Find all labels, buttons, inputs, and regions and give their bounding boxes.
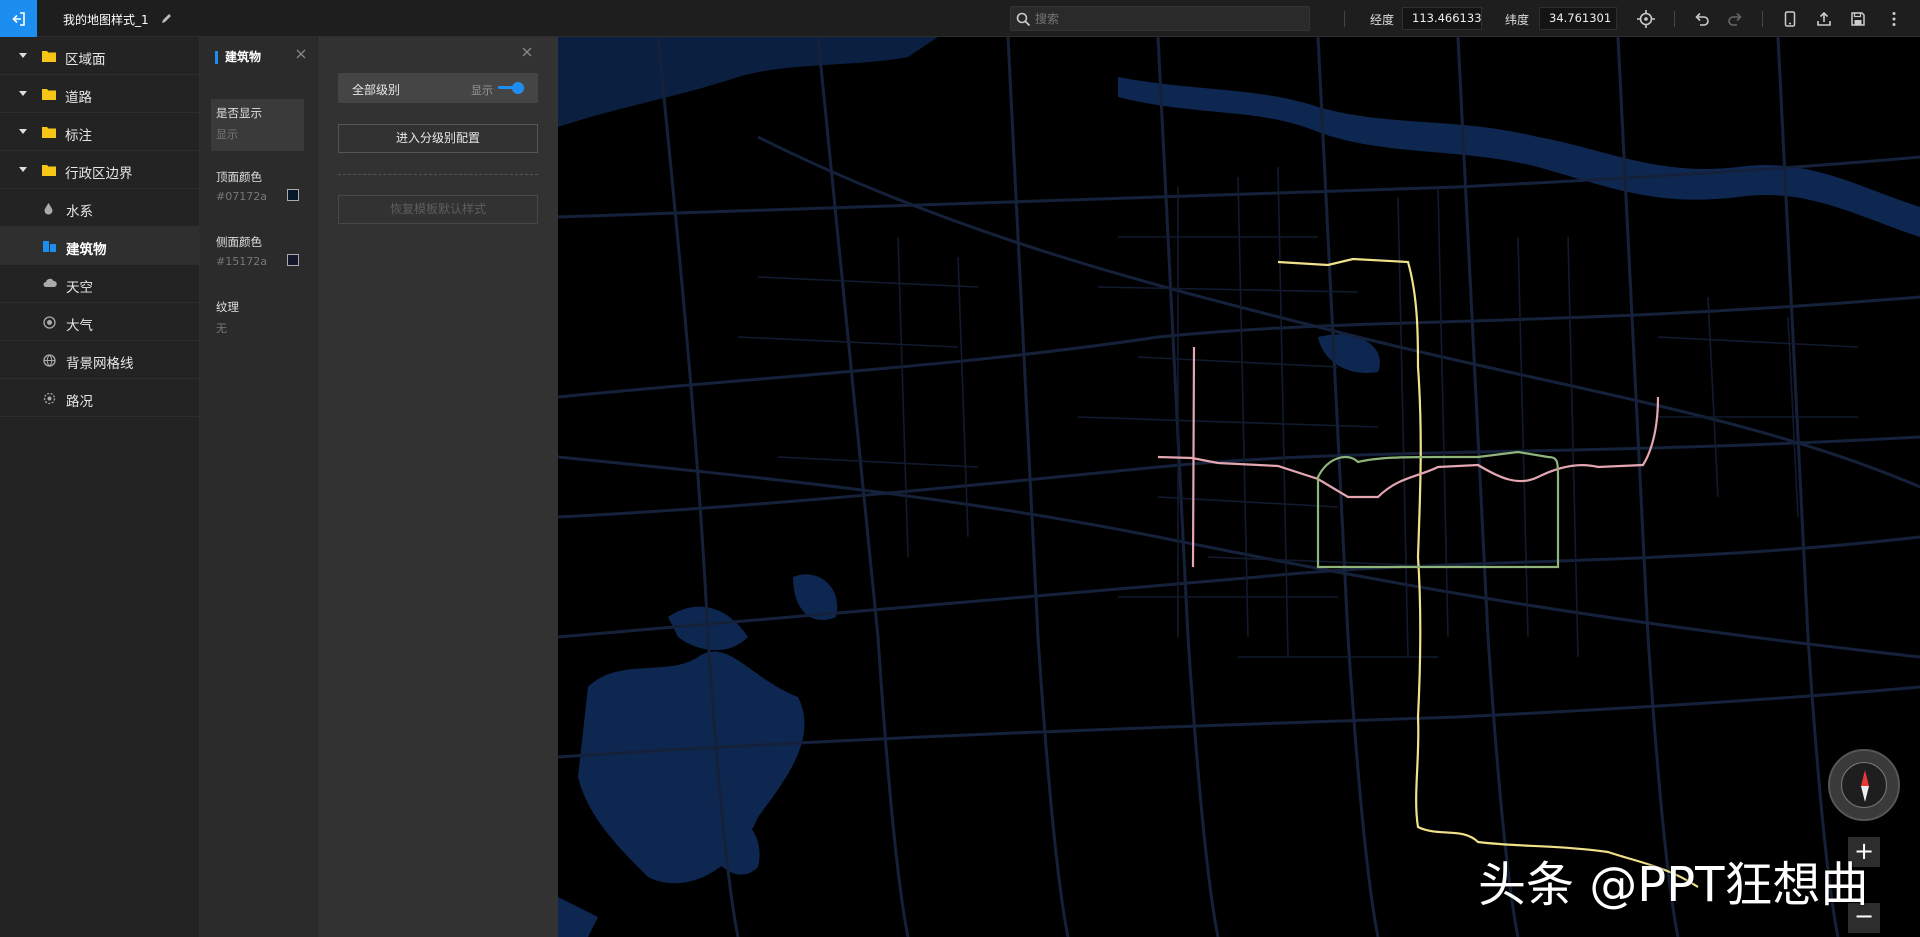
water-drop-icon [44,203,53,215]
color-swatch[interactable] [287,254,299,266]
style-title: 我的地图样式_1 [63,13,149,27]
longitude-label: 经度 [1370,13,1395,27]
layer-tree: 区域面 道路 标注 行政区边界 水系 建筑物 天空 大气 背景网格线 路况 [0,37,200,937]
texture-property[interactable]: 纹理 无 [211,293,304,345]
more-menu-button[interactable] [1884,9,1904,29]
enter-level-config-button[interactable]: 进入分级别配置 [338,124,538,153]
panel-title: 建筑物 [215,51,261,64]
top-color-property[interactable]: 顶面颜色 #07172a [211,163,304,215]
tree-item-labels[interactable]: 标注 [0,113,199,151]
exit-icon [11,11,25,26]
property-panel: 建筑物 是否显示 显示 顶面颜色 #07172a 侧面颜色 #15172a 纹理… [200,37,318,937]
folder-icon [42,165,56,176]
tree-item-label: 背景网格线 [66,356,134,372]
property-label: 是否显示 [216,106,262,120]
color-swatch[interactable] [287,189,299,201]
all-levels-row: 全部级别 显示 [338,73,538,103]
show-label: 显示 [471,84,493,97]
tree-item-traffic[interactable]: 路况 [0,379,199,417]
level-config-panel: 全部级别 显示 进入分级别配置 恢复模板默认样式 [318,37,558,937]
search-input[interactable] [1035,10,1305,28]
longitude-field[interactable]: 113.466133 [1402,7,1482,30]
building-icon [43,241,56,252]
tree-item-boundary[interactable]: 行政区边界 [0,151,199,189]
more-vertical-icon [1892,12,1896,26]
latitude-label: 纬度 [1505,13,1530,27]
restore-default-button[interactable]: 恢复模板默认样式 [338,195,538,224]
close-icon[interactable] [522,47,532,57]
folder-icon [42,127,56,138]
pencil-icon[interactable] [160,11,174,25]
save-button[interactable] [1848,9,1868,29]
divider [1344,11,1345,27]
top-toolbar: 我的地图样式_1 经度 113.466133 纬度 34.761301 [0,0,1920,37]
compass-control[interactable] [1828,749,1900,821]
tree-item-atmosphere[interactable]: 大气 [0,303,199,341]
save-icon [1851,12,1865,26]
property-value: #07172a [216,190,267,203]
tree-item-label: 道路 [65,90,92,106]
tree-item-label: 天空 [66,280,93,296]
tree-item-building[interactable]: 建筑物 [0,227,199,265]
cloud-icon [43,278,57,287]
traffic-icon [43,392,56,405]
folder-icon [42,89,56,100]
side-color-property[interactable]: 侧面颜色 #15172a [211,228,304,280]
visibility-property[interactable]: 是否显示 显示 [211,99,304,151]
divider [338,174,538,175]
tree-item-grid[interactable]: 背景网格线 [0,341,199,379]
tree-item-label: 建筑物 [66,242,107,258]
undo-icon [1695,12,1709,26]
folder-icon [42,51,56,62]
tree-item-label: 标注 [65,128,92,144]
locate-button[interactable] [1636,9,1656,29]
redo-icon [1728,12,1742,26]
close-icon[interactable] [296,49,306,59]
tree-item-label: 区域面 [65,52,106,68]
mobile-preview-button[interactable] [1780,9,1800,29]
tree-item-sky[interactable]: 天空 [0,265,199,303]
atmosphere-icon [43,316,56,329]
all-levels-label: 全部级别 [352,83,401,97]
undo-button[interactable] [1692,9,1712,29]
tree-item-water[interactable]: 水系 [0,189,199,227]
tree-item-label: 路况 [66,394,93,410]
search-icon [1016,12,1031,27]
tree-item-label: 大气 [66,318,93,334]
watermark-text: 头条 @PPT狂想曲 [1478,857,1869,913]
exit-button[interactable] [0,0,37,37]
divider [1762,11,1763,27]
property-value: #15172a [216,255,267,268]
map-basemap [558,37,1920,937]
phone-icon [1784,11,1796,27]
visibility-toggle[interactable] [498,83,526,93]
map-canvas[interactable]: + − 头条 @PPT狂想曲 [558,37,1920,937]
tree-item-label: 水系 [66,204,93,220]
property-label: 顶面颜色 [216,170,262,184]
property-value: 无 [216,322,227,335]
compass-needle-icon [1861,770,1869,802]
caret-down-icon[interactable] [19,91,27,96]
divider [1674,11,1675,27]
caret-down-icon[interactable] [19,53,27,58]
redo-button[interactable] [1725,9,1745,29]
caret-down-icon[interactable] [19,167,27,172]
property-value: 显示 [216,128,238,141]
latitude-field[interactable]: 34.761301 [1539,7,1617,30]
caret-down-icon[interactable] [19,129,27,134]
locate-icon [1637,10,1655,28]
upload-icon [1817,11,1831,26]
publish-button[interactable] [1814,9,1834,29]
property-label: 侧面颜色 [216,235,262,249]
search-box[interactable] [1010,6,1310,31]
tree-item-road[interactable]: 道路 [0,75,199,113]
globe-grid-icon [43,354,56,367]
tree-item-area[interactable]: 区域面 [0,37,199,75]
property-label: 纹理 [216,300,239,314]
tree-item-label: 行政区边界 [65,166,133,182]
